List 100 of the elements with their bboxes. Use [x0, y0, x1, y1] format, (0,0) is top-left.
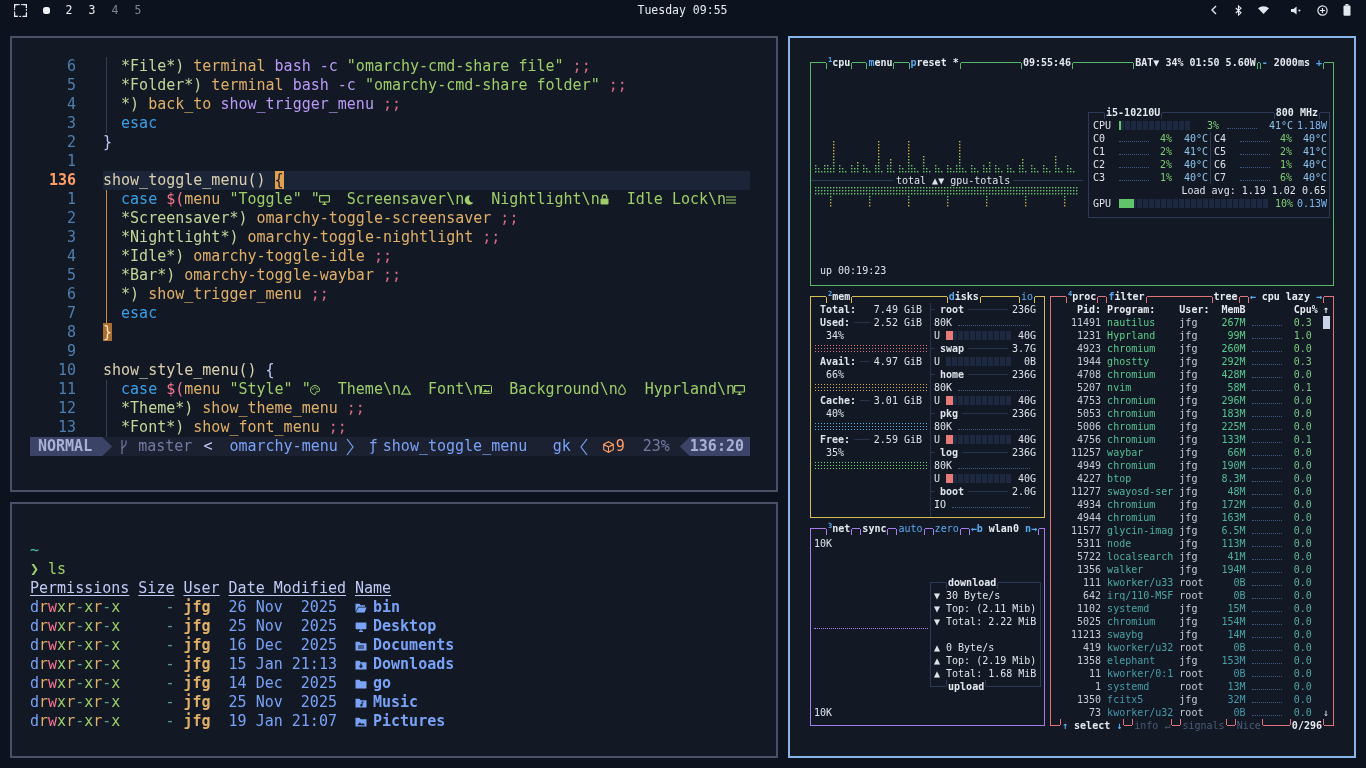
memory-usage: 41M: [1227, 551, 1246, 562]
cpu-usage: 0.0: [1293, 499, 1312, 510]
code-line: *Idle*) omarchy-toggle-idle ;;: [121, 247, 392, 266]
bluetooth-icon[interactable]: [1234, 4, 1242, 16]
cpu-usage: 0.0: [1293, 395, 1312, 406]
user-name: jfg: [1179, 603, 1198, 614]
program-name: ghostty: [1107, 356, 1150, 367]
workspace-button[interactable]: 4: [103, 0, 127, 20]
program-name: kworker/u32: [1107, 707, 1174, 718]
file-owner: jfg: [183, 636, 211, 655]
file-owner: jfg: [183, 674, 211, 693]
code-line: *Font*) show_font_menu ;;: [121, 418, 347, 437]
square-outline-icon[interactable]: [14, 3, 27, 17]
code-line: *Screensaver*) omarchy-toggle-screensaver ;;: [121, 209, 519, 228]
usage-percent: 2%: [1159, 159, 1172, 170]
header-label: 09:55:46: [1020, 56, 1074, 69]
file-size: -: [165, 617, 175, 636]
usage-percent: 10%: [1274, 198, 1293, 209]
cpu-usage: 0.0: [1293, 655, 1312, 666]
battery-icon[interactable]: [1343, 4, 1351, 16]
core-label: C4: [1214, 133, 1227, 144]
speaker-icon[interactable]: [1291, 5, 1301, 15]
io-reading: 80K: [934, 459, 953, 472]
scroll-down-arrow[interactable]: ↓: [1322, 707, 1329, 718]
program-name: chromium: [1107, 460, 1156, 471]
file-size: -: [165, 636, 175, 655]
git-branch: master: [138, 437, 193, 456]
memory-label: Avail:: [820, 355, 857, 368]
cpu-usage: 0.0: [1293, 512, 1312, 523]
modified-date: 25 Nov 2025: [228, 693, 337, 712]
cpu-sparkline: [1251, 558, 1282, 560]
workspace-button[interactable]: 3: [80, 0, 104, 20]
core-label: C0: [1093, 133, 1106, 144]
code-fragment: Background\n: [509, 380, 618, 399]
code-line: *) back_to show_trigger_menu ;;: [121, 95, 401, 114]
line-number: 13: [57, 418, 76, 436]
chevron-right-icon: [345, 437, 354, 456]
wifi-icon[interactable]: [1257, 6, 1269, 14]
cpu-sparkline: [1251, 545, 1282, 547]
scrollbar-thumb[interactable]: [1322, 316, 1330, 329]
code-line: show_style_menu() {: [103, 361, 275, 380]
cpu-usage: 0.0: [1293, 707, 1312, 718]
workspace-button[interactable]: 5: [126, 0, 150, 20]
disk-name: home: [940, 368, 965, 381]
program-name: systemd: [1107, 681, 1150, 692]
workspace-button[interactable]: 2: [57, 0, 81, 20]
sort-arrow: ↑: [1322, 304, 1329, 315]
function-name: show_toggle_menu: [382, 437, 528, 456]
chevron-left-icon[interactable]: [1211, 5, 1217, 15]
cpu-sparkline: [1251, 519, 1282, 521]
cpu-sparkline: [1251, 584, 1282, 586]
header-label: BAT▼ 34% 01:50 5.60W: [1133, 56, 1258, 69]
usage-sparkline: [1119, 140, 1149, 142]
usage-percent: 1%: [1159, 172, 1172, 183]
disk-used: 40G: [1017, 433, 1036, 446]
cpu-usage: 0.1: [1293, 382, 1312, 393]
process-id: 4949: [1077, 460, 1102, 471]
usage-sparkline: [1240, 153, 1270, 155]
circle-plus-icon[interactable]: [1316, 4, 1328, 16]
core-label: C5: [1214, 146, 1227, 157]
file-owner: jfg: [183, 617, 211, 636]
usage-sparkline: [1119, 166, 1149, 168]
file-position-text: 23%: [642, 437, 670, 456]
program-name: chromium: [1107, 369, 1156, 380]
folder-icon: [355, 697, 367, 708]
memory-usage: 15M: [1227, 603, 1246, 614]
line-number: 2: [66, 133, 76, 151]
modified-date: 15 Jan 21:13: [228, 655, 337, 674]
cpu-usage: 0.0: [1293, 564, 1312, 575]
user-name: jfg: [1179, 512, 1198, 523]
file-size: -: [165, 655, 175, 674]
program-name: nautilus: [1107, 317, 1156, 328]
cpu-sparkline: [1251, 636, 1282, 638]
memory-usage: 183M: [1221, 408, 1246, 419]
memory-usage: 0B: [1233, 707, 1246, 718]
monitor-icon: [734, 384, 746, 395]
temperature: 41°C: [1183, 146, 1208, 157]
memory-usage: 48M: [1227, 486, 1246, 497]
io-reading: 80K: [934, 381, 953, 394]
user-name: jfg: [1179, 356, 1198, 367]
program-name: chromium: [1107, 343, 1156, 354]
monitor-icon: [318, 194, 330, 205]
user-name: jfg: [1179, 551, 1198, 562]
download-stat: ▼ Total: 2.22 MiB: [934, 615, 1037, 628]
program-name: chromium: [1107, 434, 1156, 445]
program-name: localsearch: [1107, 551, 1174, 562]
file-size: -: [165, 693, 175, 712]
program-name: nvim: [1107, 382, 1132, 393]
modified-date: 14 Dec 2025: [228, 674, 337, 693]
code-line: *File*) terminal bash -c "omarchy-cmd-share file" ;;: [121, 57, 591, 76]
cursor-position: 136:20: [679, 437, 750, 456]
memory-usage: 225M: [1221, 421, 1246, 432]
user-name: jfg: [1179, 408, 1198, 419]
user-name: jfg: [1179, 369, 1198, 380]
user-name: jfg: [1179, 499, 1198, 510]
file-name: Desktop: [373, 617, 437, 636]
process-id: 4923: [1077, 343, 1102, 354]
current-directory: ~: [30, 541, 40, 560]
disk-used: 40G: [1017, 472, 1036, 485]
column-header: Permissions: [30, 579, 130, 598]
